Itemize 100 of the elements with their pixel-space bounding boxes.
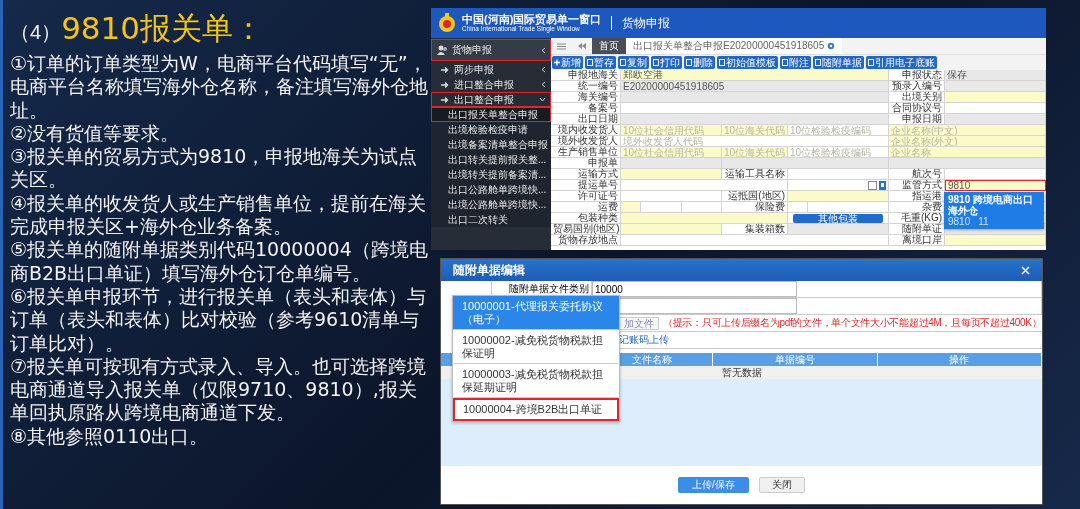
input-field[interactable] [621,158,722,169]
input-field[interactable]: 企业名称(中文) [889,125,1046,136]
tab[interactable]: 首页 [592,38,626,54]
toolbar-button[interactable]: 删除 [684,56,715,69]
input-field[interactable] [722,158,889,169]
input-field[interactable]: 境外收发货人代码 [621,136,889,147]
input-field[interactable] [621,235,889,246]
field-label: 申报单 [551,158,621,169]
text-field[interactable]: 10000 [592,281,797,297]
input-field[interactable] [641,202,682,213]
sidebar-item[interactable]: 出境备案清单整合申报 [431,137,551,152]
dropdown-option[interactable]: 10000001-代理报关委托协议（电子） [453,296,619,330]
section-title: 货物申报 [622,14,671,32]
field-label: 提运单号 [551,180,621,191]
option-label: 9810 跨境电商出口海外仓 [948,194,1035,216]
option-value: 11 [978,216,989,227]
toolbar-button[interactable]: 随附单据 [813,56,864,69]
input-field[interactable] [788,202,809,213]
sidebar-item[interactable]: 进口整合申报 [431,77,551,92]
close-button[interactable] [1021,265,1030,275]
input-field[interactable]: 企业名称 [889,147,1046,158]
enter-arrow-icon [441,95,450,104]
input-field[interactable] [621,92,889,103]
input-field[interactable] [788,224,889,235]
sidebar-item[interactable]: 出境检验检疫申请 [431,122,551,137]
sidebar-item[interactable]: 出口报关单整合申报 [431,107,551,122]
caret-left-icon [541,81,546,88]
emblem-icon [437,12,457,34]
input-field[interactable]: 10位检验检疫编码 [788,125,889,136]
field-label: 包装种类 [551,213,621,224]
input-field[interactable] [621,180,788,191]
dialog-title: 随附单据编辑 [453,261,525,279]
close-dialog-button[interactable]: 关闭 [758,477,805,493]
dropdown-menu[interactable]: 9810 跨境电商出口海外仓 9810 11 [944,192,1044,229]
toolbar-button[interactable]: 初始值模板 [717,56,778,69]
sidebar-item[interactable]: 出口二次转关 [431,212,551,227]
toolbar-button[interactable]: 引用电子底账 [866,56,937,69]
input-field[interactable] [621,213,788,224]
input-field[interactable] [788,169,889,180]
input-field[interactable]: 10位海关代码 [722,147,788,158]
input-field[interactable] [788,191,889,202]
page-icon [653,59,659,66]
input-field[interactable] [681,202,722,213]
dropdown-option[interactable]: 10000002-减免税货物税款担保证明 [453,330,619,364]
upload-hint: （提示：只可上传后缀名为pdf的文件，单个文件大小不能超过4M，且每页不超过400K） [663,316,1042,330]
input-field[interactable] [621,224,722,235]
input-field[interactable]: 保存 [945,70,1046,81]
input-field[interactable] [621,169,722,180]
option-code: 9810 [948,216,971,227]
input-field[interactable] [808,202,889,213]
dropdown-option[interactable]: 10000003-减免税货物税款担保延期证明 [453,364,619,398]
input-field[interactable] [945,235,1046,246]
bullet-point: ①订单的订单类型为W，电商平台代码填写“无”，电商平台名称填写海外仓名称，备注填写海外仓地址。 [10,52,428,122]
input-field[interactable] [621,103,889,114]
input-field[interactable]: E20200000451918605 [621,81,889,92]
page-icon [587,59,593,66]
toolbar-button[interactable]: 附注 [780,56,811,69]
sidebar-item[interactable]: 出口整合申报 [431,92,551,107]
bullet-point: ⑥报关单申报环节，进行报关单（表头和表体）与订单（表头和表体）比对校验（参考9610清单与订单比对）。 [10,284,428,355]
input-field[interactable]: 郑欧空港 [621,70,889,81]
checkbox[interactable] [868,180,877,190]
toolbar-button[interactable]: 复制 [618,56,649,69]
input-field[interactable]: 10位社会信用代码 [621,125,722,136]
input-field[interactable] [945,103,1046,114]
tab[interactable]: 出口报关单整合申报E20200000451918605 [626,38,843,54]
package-button[interactable]: 其他包装 [793,213,883,223]
field-label: 备案号 [551,103,621,114]
input-field[interactable] [621,191,722,202]
document-icon [879,180,886,190]
page-icon [686,59,692,66]
sidebar-item[interactable]: 出境转关提前备案清... [431,167,551,182]
bullet-point: ⑤报关单的随附单据类别代码10000004（跨境电商B2B出口单证）填写海外仓订仓单编号。 [10,238,428,285]
input-field[interactable]: 9810 [945,180,1046,191]
enter-arrow-icon [441,80,450,89]
toolbar-button[interactable]: 新增 [552,56,583,69]
page-icon [620,59,626,66]
page-icon [782,59,788,66]
sidebar-item[interactable]: 两步申报 [431,62,551,77]
input-field[interactable]: 10位社会信用代码 [621,147,722,158]
page-icon [868,59,874,66]
caret-left-icon [541,66,546,73]
input-field[interactable] [945,81,1046,92]
sidebar-item[interactable]: 出口转关提前报关整... [431,152,551,167]
input-field[interactable]: 企业名称(外文) [889,136,1046,147]
sidebar-item[interactable]: 出口公路舱单跨境快... [431,182,551,197]
toolbar-button[interactable]: 暂存 [585,56,616,69]
field-label: 申报状态 [889,70,945,81]
input-field[interactable] [621,202,642,213]
sidebar-item[interactable]: 货物申报 [431,39,551,61]
input-field[interactable] [889,158,1046,169]
input-field[interactable] [621,114,889,125]
dropdown-option[interactable]: 10000004-跨境B2B出口单证 [453,398,619,421]
input-field[interactable]: 10位海关代码 [722,125,788,136]
sidebar-item[interactable]: 出境公路舱单跨境快... [431,197,551,212]
input-field[interactable] [945,114,1046,125]
input-field[interactable]: 10位检验检疫编码 [788,147,889,158]
input-field[interactable] [945,92,1046,103]
input-field[interactable] [945,169,1046,180]
bullet-point: ⑦报关单可按现有方式录入、导入。也可选择跨境电商通道导入报关单（仅限9710、9810）,报关单回执原路从跨境电商通道下发。 [10,354,428,425]
toolbar-button[interactable]: 打印 [651,56,682,69]
